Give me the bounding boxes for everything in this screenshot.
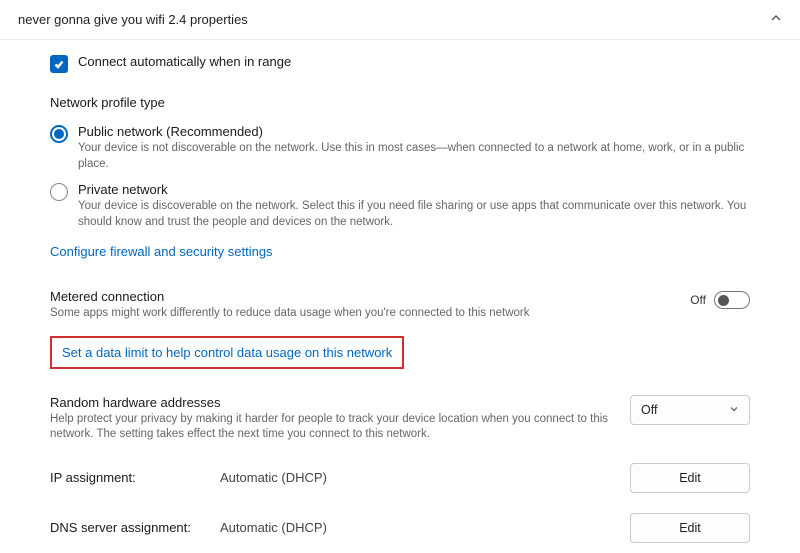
public-network-label: Public network (Recommended) bbox=[78, 124, 750, 139]
dns-edit-button[interactable]: Edit bbox=[630, 513, 750, 543]
data-limit-link[interactable]: Set a data limit to help control data us… bbox=[62, 345, 392, 360]
connect-auto-label: Connect automatically when in range bbox=[78, 54, 291, 69]
dns-value: Automatic (DHCP) bbox=[220, 520, 630, 535]
ip-value: Automatic (DHCP) bbox=[220, 470, 630, 485]
random-hw-title: Random hardware addresses bbox=[50, 395, 610, 410]
private-network-desc: Your device is discoverable on the netwo… bbox=[78, 199, 750, 230]
private-network-radio[interactable] bbox=[50, 183, 68, 201]
public-network-option[interactable]: Public network (Recommended) Your device… bbox=[50, 124, 750, 172]
checkmark-icon bbox=[53, 58, 65, 70]
metered-toggle[interactable] bbox=[714, 291, 750, 309]
metered-connection-row: Metered connection Some apps might work … bbox=[50, 289, 750, 322]
chevron-up-icon bbox=[770, 12, 782, 27]
properties-header[interactable]: never gonna give you wifi 2.4 properties bbox=[0, 0, 800, 40]
dns-label: DNS server assignment: bbox=[50, 520, 220, 535]
private-network-option[interactable]: Private network Your device is discovera… bbox=[50, 182, 750, 230]
public-network-desc: Your device is not discoverable on the n… bbox=[78, 141, 750, 172]
random-hw-dropdown[interactable]: Off bbox=[630, 395, 750, 425]
metered-state-label: Off bbox=[690, 293, 706, 307]
ip-assignment-row: IP assignment: Automatic (DHCP) Edit bbox=[50, 463, 750, 493]
firewall-settings-link[interactable]: Configure firewall and security settings bbox=[50, 244, 273, 259]
random-hw-desc: Help protect your privacy by making it h… bbox=[50, 412, 610, 443]
data-limit-highlight: Set a data limit to help control data us… bbox=[50, 336, 404, 369]
ip-edit-button[interactable]: Edit bbox=[630, 463, 750, 493]
metered-title: Metered connection bbox=[50, 289, 690, 304]
public-network-radio[interactable] bbox=[50, 125, 68, 143]
ip-label: IP assignment: bbox=[50, 470, 220, 485]
content-area: Connect automatically when in range Netw… bbox=[0, 40, 800, 553]
connect-auto-row[interactable]: Connect automatically when in range bbox=[50, 54, 750, 73]
chevron-down-icon bbox=[729, 403, 739, 417]
private-network-label: Private network bbox=[78, 182, 750, 197]
connect-auto-checkbox[interactable] bbox=[50, 55, 68, 73]
random-hw-value: Off bbox=[641, 403, 657, 417]
metered-desc: Some apps might work differently to redu… bbox=[50, 306, 690, 322]
random-hw-row: Random hardware addresses Help protect y… bbox=[50, 395, 750, 443]
header-title: never gonna give you wifi 2.4 properties bbox=[18, 12, 248, 27]
profile-section-title: Network profile type bbox=[50, 95, 750, 110]
dns-assignment-row: DNS server assignment: Automatic (DHCP) … bbox=[50, 513, 750, 543]
